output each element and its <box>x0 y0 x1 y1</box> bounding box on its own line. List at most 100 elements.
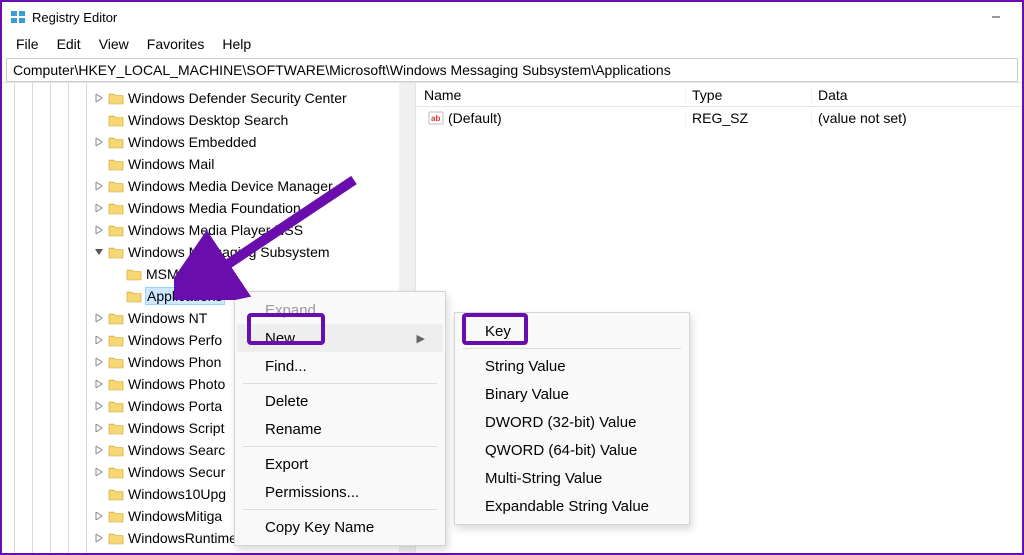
tree-node[interactable]: Windows Media Foundation <box>2 197 415 219</box>
context_main-item[interactable]: Export <box>237 450 443 478</box>
context-menu-new: Key String Value Binary Value DWORD (32-bit… <box>454 312 690 525</box>
expand-icon[interactable] <box>92 358 106 366</box>
tree-node-label[interactable]: Applications <box>146 288 224 304</box>
folder-icon <box>108 245 124 259</box>
menu-item-label: Find... <box>265 358 307 375</box>
tree-node-label[interactable]: Windows Desktop Search <box>128 112 288 128</box>
folder-icon <box>108 157 124 171</box>
values-header: Name Type Data <box>416 83 1022 107</box>
context_main-item[interactable]: Find... <box>237 352 443 380</box>
context_sub-item[interactable]: DWORD (32-bit) Value <box>457 408 687 436</box>
tree-node-label[interactable]: WindowsSelfHost <box>128 552 238 553</box>
tree-node-label[interactable]: Windows Searc <box>128 442 225 458</box>
context_main-item[interactable]: Permissions... <box>237 478 443 506</box>
context_main-item[interactable]: New▶ <box>237 324 443 352</box>
context_sub-item[interactable]: Binary Value <box>457 380 687 408</box>
tree-node-label[interactable]: Windows Media Foundation <box>128 200 301 216</box>
folder-icon <box>108 91 124 105</box>
tree-node-label[interactable]: Windows Porta <box>128 398 222 414</box>
tree-node-label[interactable]: Windows Media Device Manager <box>128 178 333 194</box>
value-name: (Default) <box>448 110 502 126</box>
tree-node[interactable]: Windows Defender Security Center <box>2 87 415 109</box>
menu-edit[interactable]: Edit <box>49 34 89 54</box>
tree-node-label[interactable]: Windows Embedded <box>128 134 256 150</box>
col-header-name[interactable]: Name <box>416 87 686 103</box>
context_main-item[interactable]: Rename <box>237 415 443 443</box>
window-title: Registry Editor <box>32 10 117 25</box>
tree-node[interactable]: MSMapiApps <box>2 263 415 285</box>
tree-node[interactable]: Windows Media Device Manager <box>2 175 415 197</box>
expand-icon[interactable] <box>92 336 106 344</box>
expand-icon[interactable] <box>92 138 106 146</box>
tree-node-label[interactable]: Windows Perfo <box>128 332 222 348</box>
menu-item-label: Binary Value <box>485 386 569 403</box>
expand-icon[interactable] <box>92 314 106 322</box>
tree-node-label[interactable]: WindowsMitiga <box>128 508 222 524</box>
expand-icon[interactable] <box>92 512 106 520</box>
expand-icon[interactable] <box>92 226 106 234</box>
tree-node-label[interactable]: Windows Secur <box>128 464 225 480</box>
tree-node-label[interactable]: MSMapiApps <box>146 266 229 282</box>
expand-icon[interactable] <box>92 424 106 432</box>
expand-icon[interactable] <box>92 380 106 388</box>
folder-icon <box>108 333 124 347</box>
folder-icon <box>126 267 142 281</box>
menu-item-label: Expand <box>265 302 316 319</box>
menu-item-label: Multi-String Value <box>485 470 602 487</box>
folder-icon <box>108 179 124 193</box>
collapse-icon[interactable] <box>92 248 106 256</box>
tree-node-label[interactable]: Windows Phon <box>128 354 221 370</box>
expand-icon[interactable] <box>92 94 106 102</box>
col-header-data[interactable]: Data <box>812 87 1022 103</box>
expand-icon[interactable] <box>92 534 106 542</box>
tree-node[interactable]: WindowsSelfHost <box>2 549 415 553</box>
context_sub-item[interactable]: String Value <box>457 352 687 380</box>
folder-icon <box>108 421 124 435</box>
context_sub-item[interactable]: Key <box>457 317 687 345</box>
expand-icon[interactable] <box>92 204 106 212</box>
tree-node-label[interactable]: WindowsRuntime <box>128 530 237 546</box>
tree-node[interactable]: Windows Embedded <box>2 131 415 153</box>
context_sub-item[interactable]: Multi-String Value <box>457 464 687 492</box>
tree-node[interactable]: Windows Desktop Search <box>2 109 415 131</box>
menu-item-label: Copy Key Name <box>265 519 374 536</box>
menu-view[interactable]: View <box>91 34 137 54</box>
menu-item-label: Delete <box>265 393 308 410</box>
menu-favorites[interactable]: Favorites <box>139 34 213 54</box>
tree-node-label[interactable]: Windows Messaging Subsystem <box>128 244 330 260</box>
address-bar[interactable]: Computer\HKEY_LOCAL_MACHINE\SOFTWARE\Mic… <box>6 58 1018 82</box>
folder-icon <box>108 135 124 149</box>
tree-node-label[interactable]: Windows Media Player NSS <box>128 222 303 238</box>
tree-node-label[interactable]: Windows Photo <box>128 376 225 392</box>
value-row[interactable]: ab (Default)REG_SZ(value not set) <box>416 107 1022 129</box>
value-data: (value not set) <box>812 110 1022 126</box>
tree-node[interactable]: Windows Mail <box>2 153 415 175</box>
tree-node-label[interactable]: Windows10Upg <box>128 486 226 502</box>
expand-icon[interactable] <box>92 402 106 410</box>
menu-item-label: Key <box>485 323 511 340</box>
tree-node-label[interactable]: Windows NT <box>128 310 207 326</box>
context_main-item[interactable]: Copy Key Name <box>237 513 443 541</box>
menu-item-label: DWORD (32-bit) Value <box>485 414 636 431</box>
expand-icon[interactable] <box>92 468 106 476</box>
expand-icon[interactable] <box>92 446 106 454</box>
folder-icon <box>108 377 124 391</box>
tree-node[interactable]: Windows Media Player NSS <box>2 219 415 241</box>
minimize-button[interactable] <box>978 5 1014 29</box>
menu-item-label: Expandable String Value <box>485 498 649 515</box>
folder-icon <box>108 201 124 215</box>
tree-node-label[interactable]: Windows Mail <box>128 156 214 172</box>
expand-icon[interactable] <box>92 182 106 190</box>
context_main-item[interactable]: Delete <box>237 387 443 415</box>
context_sub-item[interactable]: QWORD (64-bit) Value <box>457 436 687 464</box>
context_sub-item[interactable]: Expandable String Value <box>457 492 687 520</box>
menu-help[interactable]: Help <box>214 34 259 54</box>
menu-separator <box>243 383 437 384</box>
tree-node-label[interactable]: Windows Script <box>128 420 224 436</box>
tree-node[interactable]: Windows Messaging Subsystem <box>2 241 415 263</box>
folder-icon <box>108 509 124 523</box>
col-header-type[interactable]: Type <box>686 87 812 103</box>
menu-file[interactable]: File <box>8 34 47 54</box>
app-icon <box>10 9 26 25</box>
tree-node-label[interactable]: Windows Defender Security Center <box>128 90 347 106</box>
